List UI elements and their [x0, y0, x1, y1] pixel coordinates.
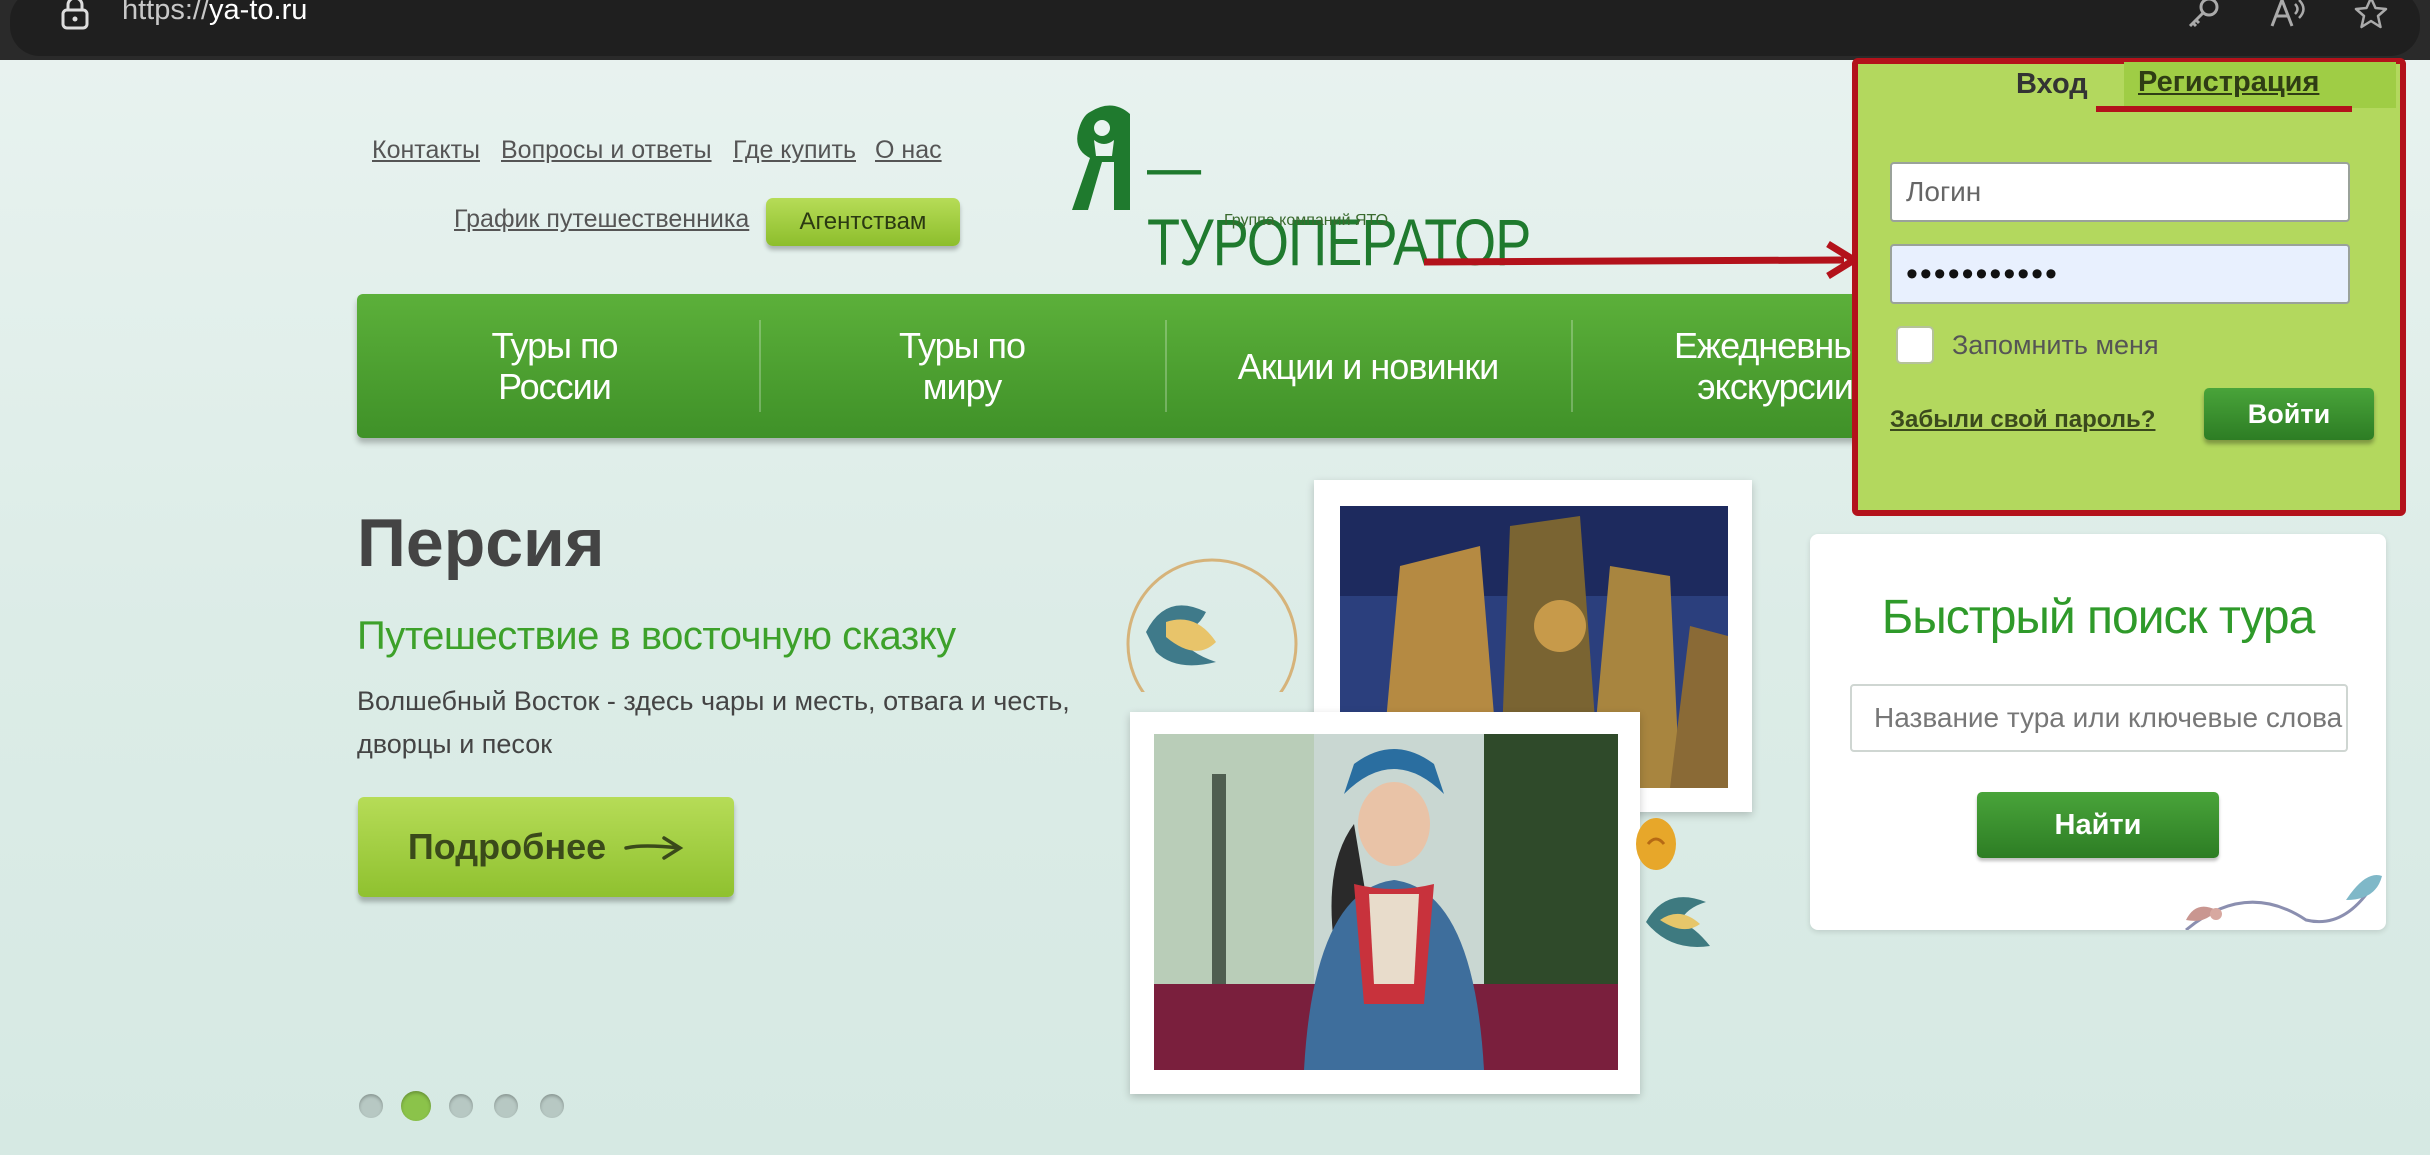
url-text[interactable]: https://ya-to.ru	[122, 0, 307, 27]
annotation-arrow	[1424, 241, 1858, 279]
tour-search-input[interactable]: Название тура или ключевые слова	[1850, 684, 2348, 752]
main-navigation: Туры по России Туры по миру Акции и новинк…	[357, 294, 1877, 438]
url-host: ya-to.ru	[209, 0, 308, 26]
remember-label: Запомнить меня	[1952, 330, 2159, 360]
login-field[interactable]: Логин	[1890, 162, 2350, 222]
slider-dot-3[interactable]	[449, 1094, 473, 1118]
find-button[interactable]: Найти	[1977, 792, 2219, 858]
more-button-label: Подробнее	[407, 826, 607, 867]
nav-divider	[1165, 320, 1167, 412]
logo-subtitle: Группа компаний ЯТО	[1224, 212, 1389, 229]
slider-dot-5[interactable]	[540, 1094, 564, 1118]
browser-toolbar: https://ya-to.ru	[0, 0, 2430, 60]
site-logo[interactable]: —ТУРОПЕРАТОР Группа компаний ЯТО	[1072, 100, 1552, 279]
read-aloud-icon[interactable]	[2268, 0, 2306, 32]
forgot-password-link[interactable]: Забыли свой пароль?	[1890, 406, 2155, 434]
slider-dot-4[interactable]	[494, 1094, 518, 1118]
more-button[interactable]: Подробнее	[358, 797, 734, 897]
nav-label-line: Туры по	[491, 325, 619, 366]
nav-label-line: Акции и новинки	[1237, 345, 1500, 387]
photo-woman-frame	[1130, 712, 1640, 1094]
nav-label-line: экскурсии	[1697, 366, 1854, 407]
ornament-pomegranate	[1636, 818, 1676, 870]
url-scheme: https://	[122, 0, 210, 26]
link-contacts[interactable]: Контакты	[372, 136, 480, 165]
password-field[interactable]: •••••••••••	[1890, 244, 2350, 304]
annotation-underline	[2096, 106, 2352, 112]
ornament-bird	[1646, 897, 1710, 947]
tab-login[interactable]: Вход	[2016, 68, 2088, 101]
link-where-to-buy[interactable]: Где купить	[733, 136, 856, 165]
remember-checkbox[interactable]	[1896, 326, 1934, 364]
quick-search-panel: Быстрый поиск тура Название тура или клю…	[1810, 534, 2386, 930]
address-bar[interactable]: https://ya-to.ru	[10, 0, 2420, 56]
hero-subtitle: Путешествие в восточную сказку	[357, 614, 956, 658]
favorite-star-icon[interactable]	[2352, 0, 2390, 32]
arrow-right-icon	[624, 836, 684, 860]
link-faq[interactable]: Вопросы и ответы	[501, 136, 712, 165]
tab-register[interactable]: Регистрация	[2124, 62, 2396, 108]
slider-dot-2[interactable]	[401, 1091, 431, 1121]
quick-search-title: Быстрый поиск тура	[1881, 591, 2316, 644]
nav-item-promotions[interactable]: Акции и новинки	[1168, 294, 1568, 438]
key-icon[interactable]	[2184, 0, 2222, 32]
hero-description: Волшебный Восток - здесь чары и месть, о…	[357, 686, 1070, 759]
persian-woman-illustration	[1154, 734, 1618, 1070]
slider-dot-1[interactable]	[359, 1094, 383, 1118]
floral-ornament	[2185, 875, 2382, 930]
agency-button[interactable]: Агентствам	[766, 198, 960, 246]
nav-item-russia-tours[interactable]: Туры по России	[357, 294, 752, 438]
login-panel: Вход Регистрация Логин ••••••••••• Запом…	[1852, 58, 2406, 516]
nav-item-daily-excursions[interactable]: Ежедневны экскурсии	[1574, 294, 1854, 438]
nav-divider	[1571, 320, 1573, 412]
hero-title: Персия	[357, 505, 605, 581]
logo-traveler-mark	[1072, 105, 1130, 210]
lock-icon	[61, 0, 89, 30]
nav-label-line: Туры по	[899, 325, 1026, 366]
nav-label-line: миру	[922, 366, 1002, 407]
nav-label-line: России	[498, 366, 612, 407]
login-button[interactable]: Войти	[2204, 388, 2374, 440]
link-about[interactable]: О нас	[875, 136, 942, 165]
nav-item-world-tours[interactable]: Туры по миру	[762, 294, 1162, 438]
nav-divider	[759, 320, 761, 412]
nav-label-line: Ежедневны	[1674, 325, 1854, 366]
link-traveler-schedule[interactable]: График путешественника	[454, 205, 749, 234]
ornament-medallion	[1126, 558, 1298, 692]
